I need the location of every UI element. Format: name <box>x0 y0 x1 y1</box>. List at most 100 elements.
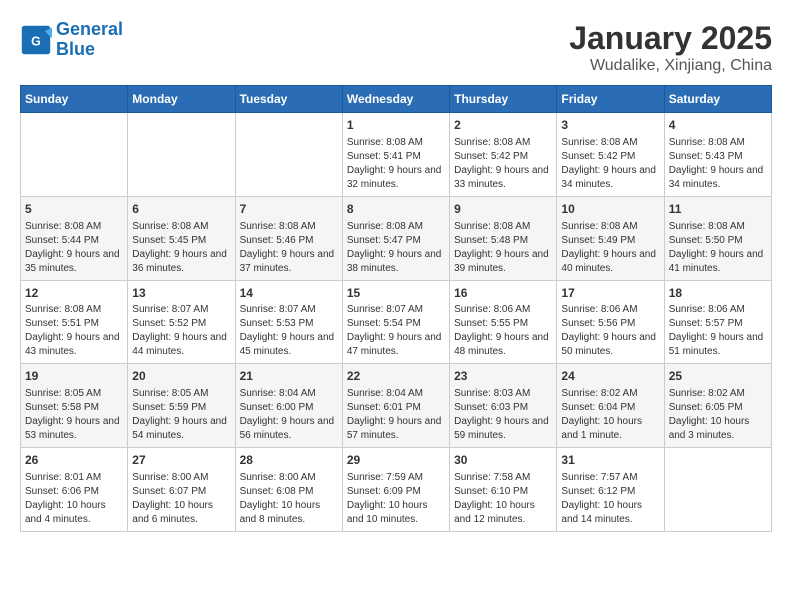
weekday-header-sunday: Sunday <box>21 86 128 113</box>
day-info: Sunrise: 7:58 AM Sunset: 6:10 PM Dayligh… <box>454 471 552 527</box>
day-info: Sunrise: 8:03 AM Sunset: 6:03 PM Dayligh… <box>454 387 552 443</box>
calendar-cell: 22 Sunrise: 8:04 AM Sunset: 6:01 PM Dayli… <box>342 364 449 448</box>
logo-text: General Blue <box>56 20 123 60</box>
calendar-cell: 13Sunrise: 8:07 AM Sunset: 5:52 PM Dayli… <box>128 280 235 364</box>
day-number: 5 <box>25 201 123 218</box>
day-number: 13 <box>132 285 230 302</box>
day-info: Sunrise: 8:02 AM Sunset: 6:05 PM Dayligh… <box>669 387 767 443</box>
day-info: Sunrise: 8:05 AM Sunset: 5:58 PM Dayligh… <box>25 387 123 443</box>
weekday-header-tuesday: Tuesday <box>235 86 342 113</box>
day-number: 9 <box>454 201 552 218</box>
day-number: 28 <box>240 452 338 469</box>
day-info: Sunrise: 8:02 AM Sunset: 6:04 PM Dayligh… <box>561 387 659 443</box>
calendar-cell: 29Sunrise: 7:59 AM Sunset: 6:09 PM Dayli… <box>342 448 449 532</box>
day-number: 29 <box>347 452 445 469</box>
day-number: 2 <box>454 117 552 134</box>
calendar-cell: 4Sunrise: 8:08 AM Sunset: 5:43 PM Daylig… <box>664 113 771 197</box>
weekday-header-thursday: Thursday <box>450 86 557 113</box>
day-number: 14 <box>240 285 338 302</box>
day-info: Sunrise: 8:08 AM Sunset: 5:41 PM Dayligh… <box>347 136 445 192</box>
calendar-cell: 6 Sunrise: 8:08 AM Sunset: 5:45 PM Daylig… <box>128 196 235 280</box>
day-info: Sunrise: 8:04 AM Sunset: 6:01 PM Dayligh… <box>347 387 445 443</box>
calendar-cell: 19 Sunrise: 8:05 AM Sunset: 5:58 PM Dayli… <box>21 364 128 448</box>
weekday-header-row: SundayMondayTuesdayWednesdayThursdayFrid… <box>21 86 772 113</box>
calendar-cell: 18Sunrise: 8:06 AM Sunset: 5:57 PM Dayli… <box>664 280 771 364</box>
day-number: 31 <box>561 452 659 469</box>
calendar-cell: 26Sunrise: 8:01 AM Sunset: 6:06 PM Dayli… <box>21 448 128 532</box>
weekday-header-wednesday: Wednesday <box>342 86 449 113</box>
calendar-cell: 14Sunrise: 8:07 AM Sunset: 5:53 PM Dayli… <box>235 280 342 364</box>
day-info: Sunrise: 7:57 AM Sunset: 6:12 PM Dayligh… <box>561 471 659 527</box>
calendar-cell: 10 Sunrise: 8:08 AM Sunset: 5:49 PM Dayli… <box>557 196 664 280</box>
day-info: Sunrise: 8:07 AM Sunset: 5:54 PM Dayligh… <box>347 303 445 359</box>
day-info: Sunrise: 8:08 AM Sunset: 5:42 PM Dayligh… <box>454 136 552 192</box>
week-row-0: 1Sunrise: 8:08 AM Sunset: 5:41 PM Daylig… <box>21 113 772 197</box>
day-number: 25 <box>669 368 767 385</box>
day-info: Sunrise: 8:08 AM Sunset: 5:51 PM Dayligh… <box>25 303 123 359</box>
calendar-cell: 5Sunrise: 8:08 AM Sunset: 5:44 PM Daylig… <box>21 196 128 280</box>
calendar-cell: 24 Sunrise: 8:02 AM Sunset: 6:04 PM Dayli… <box>557 364 664 448</box>
day-number: 19 <box>25 368 123 385</box>
day-number: 27 <box>132 452 230 469</box>
day-info: Sunrise: 8:08 AM Sunset: 5:45 PM Dayligh… <box>132 220 230 276</box>
calendar-cell <box>128 113 235 197</box>
calendar-cell: 28 Sunrise: 8:00 AM Sunset: 6:08 PM Dayli… <box>235 448 342 532</box>
calendar-cell: 23 Sunrise: 8:03 AM Sunset: 6:03 PM Dayli… <box>450 364 557 448</box>
day-info: Sunrise: 8:08 AM Sunset: 5:43 PM Dayligh… <box>669 136 767 192</box>
day-number: 8 <box>347 201 445 218</box>
day-info: Sunrise: 8:08 AM Sunset: 5:49 PM Dayligh… <box>561 220 659 276</box>
day-info: Sunrise: 8:05 AM Sunset: 5:59 PM Dayligh… <box>132 387 230 443</box>
day-info: Sunrise: 8:08 AM Sunset: 5:46 PM Dayligh… <box>240 220 338 276</box>
week-row-2: 12Sunrise: 8:08 AM Sunset: 5:51 PM Dayli… <box>21 280 772 364</box>
calendar-cell: 7 Sunrise: 8:08 AM Sunset: 5:46 PM Daylig… <box>235 196 342 280</box>
day-number: 6 <box>132 201 230 218</box>
week-row-4: 26Sunrise: 8:01 AM Sunset: 6:06 PM Dayli… <box>21 448 772 532</box>
weekday-header-friday: Friday <box>557 86 664 113</box>
logo-icon: G <box>20 24 52 56</box>
day-number: 30 <box>454 452 552 469</box>
day-number: 22 <box>347 368 445 385</box>
day-info: Sunrise: 8:00 AM Sunset: 6:08 PM Dayligh… <box>240 471 338 527</box>
calendar-cell: 21 Sunrise: 8:04 AM Sunset: 6:00 PM Dayli… <box>235 364 342 448</box>
weekday-header-saturday: Saturday <box>664 86 771 113</box>
calendar-cell: 31 Sunrise: 7:57 AM Sunset: 6:12 PM Dayli… <box>557 448 664 532</box>
day-info: Sunrise: 8:00 AM Sunset: 6:07 PM Dayligh… <box>132 471 230 527</box>
calendar-cell: 25 Sunrise: 8:02 AM Sunset: 6:05 PM Dayli… <box>664 364 771 448</box>
day-number: 20 <box>132 368 230 385</box>
day-number: 26 <box>25 452 123 469</box>
day-number: 23 <box>454 368 552 385</box>
page-header: G General Blue January 2025 Wudalike, Xi… <box>20 20 772 75</box>
day-info: Sunrise: 8:08 AM Sunset: 5:50 PM Dayligh… <box>669 220 767 276</box>
calendar-cell: 16Sunrise: 8:06 AM Sunset: 5:55 PM Dayli… <box>450 280 557 364</box>
calendar-table: SundayMondayTuesdayWednesdayThursdayFrid… <box>20 85 772 532</box>
day-number: 7 <box>240 201 338 218</box>
calendar-cell: 1Sunrise: 8:08 AM Sunset: 5:41 PM Daylig… <box>342 113 449 197</box>
calendar-cell: 30 Sunrise: 7:58 AM Sunset: 6:10 PM Dayli… <box>450 448 557 532</box>
day-info: Sunrise: 8:08 AM Sunset: 5:47 PM Dayligh… <box>347 220 445 276</box>
calendar-cell: 17Sunrise: 8:06 AM Sunset: 5:56 PM Dayli… <box>557 280 664 364</box>
day-number: 24 <box>561 368 659 385</box>
day-info: Sunrise: 8:04 AM Sunset: 6:00 PM Dayligh… <box>240 387 338 443</box>
day-info: Sunrise: 8:08 AM Sunset: 5:42 PM Dayligh… <box>561 136 659 192</box>
calendar-cell: 20 Sunrise: 8:05 AM Sunset: 5:59 PM Dayli… <box>128 364 235 448</box>
calendar-cell: 27 Sunrise: 8:00 AM Sunset: 6:07 PM Dayli… <box>128 448 235 532</box>
calendar-cell <box>235 113 342 197</box>
day-number: 21 <box>240 368 338 385</box>
calendar-cell: 8 Sunrise: 8:08 AM Sunset: 5:47 PM Daylig… <box>342 196 449 280</box>
week-row-1: 5Sunrise: 8:08 AM Sunset: 5:44 PM Daylig… <box>21 196 772 280</box>
svg-text:G: G <box>31 34 41 48</box>
calendar-cell: 11Sunrise: 8:08 AM Sunset: 5:50 PM Dayli… <box>664 196 771 280</box>
day-info: Sunrise: 8:07 AM Sunset: 5:53 PM Dayligh… <box>240 303 338 359</box>
day-info: Sunrise: 8:06 AM Sunset: 5:57 PM Dayligh… <box>669 303 767 359</box>
day-info: Sunrise: 8:06 AM Sunset: 5:56 PM Dayligh… <box>561 303 659 359</box>
calendar-title: January 2025 <box>569 20 772 57</box>
week-row-3: 19 Sunrise: 8:05 AM Sunset: 5:58 PM Dayli… <box>21 364 772 448</box>
day-number: 3 <box>561 117 659 134</box>
day-number: 15 <box>347 285 445 302</box>
day-number: 10 <box>561 201 659 218</box>
calendar-cell <box>664 448 771 532</box>
day-info: Sunrise: 8:08 AM Sunset: 5:48 PM Dayligh… <box>454 220 552 276</box>
day-number: 17 <box>561 285 659 302</box>
weekday-header-monday: Monday <box>128 86 235 113</box>
calendar-cell: 12Sunrise: 8:08 AM Sunset: 5:51 PM Dayli… <box>21 280 128 364</box>
